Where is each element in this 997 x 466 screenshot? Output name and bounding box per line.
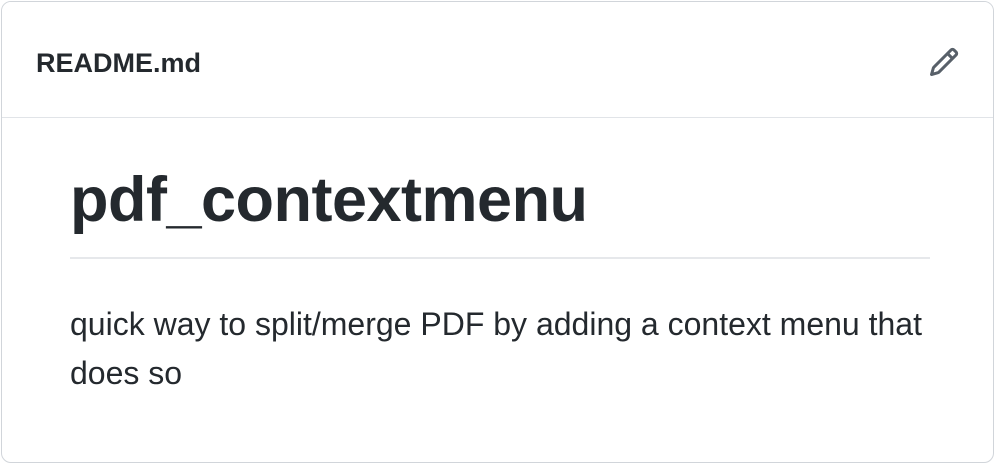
readme-panel: README.md pdf_contextmenu quick way to s…	[1, 1, 994, 463]
readme-description: quick way to split/merge PDF by adding a…	[70, 306, 922, 391]
readme-title: pdf_contextmenu	[70, 165, 588, 235]
readme-body: pdf_contextmenu quick way to split/merge…	[2, 118, 993, 462]
file-name: README.md	[36, 48, 202, 78]
edit-file-button[interactable]	[927, 45, 961, 79]
pencil-icon	[929, 47, 959, 77]
title-divider	[70, 257, 930, 259]
readme-header: README.md	[2, 2, 993, 118]
